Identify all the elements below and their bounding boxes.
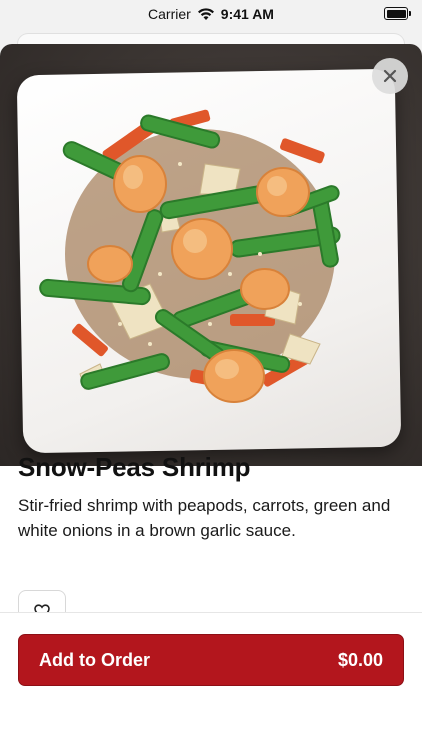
add-to-order-button[interactable]: Add to Order $0.00 <box>18 634 404 686</box>
price-label: $0.00 <box>337 649 383 670</box>
status-bar: Carrier 9:41 AM <box>0 0 422 28</box>
close-button[interactable] <box>372 58 408 94</box>
item-description: Stir-fried shrimp with peapods, carrots,… <box>18 496 391 540</box>
add-to-order-label: Add to Order <box>39 649 150 670</box>
item-title: Snow-Peas Shrimp <box>18 452 251 482</box>
food-illustration <box>39 109 341 403</box>
battery-icon <box>384 7 411 20</box>
wifi-icon <box>197 8 214 20</box>
item-image <box>0 44 422 466</box>
time-label: 9:41 AM <box>220 6 274 22</box>
carrier-label: Carrier <box>148 6 191 22</box>
status-center: Carrier 9:41 AM <box>148 6 274 22</box>
item-details: Snow-Peas Shrimp Stir-fried shrimp with … <box>18 452 404 543</box>
close-icon <box>383 69 397 83</box>
